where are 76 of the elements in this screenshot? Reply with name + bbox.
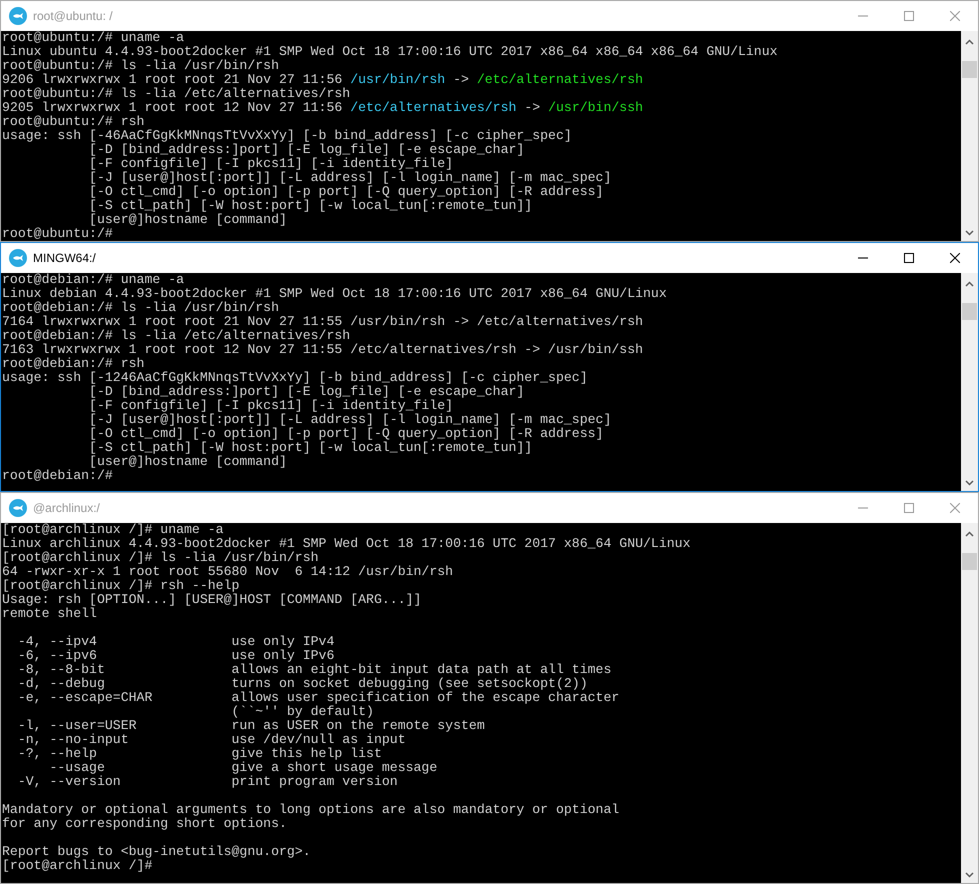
terminal-line: 64 -rwxr-xr-x 1 root root 55680 Nov 6 14:12 /usr/bin/rsh	[2, 565, 454, 579]
terminal-line: [-O ctl_cmd] [-o option] [-p port] [-Q query_option] [-R address]	[88, 427, 604, 441]
terminal-line: [-F configfile] [-I pkcs11] [-i identity_file]	[88, 399, 454, 413]
scrollbar[interactable]	[961, 523, 978, 883]
close-icon	[950, 503, 960, 513]
terminal-line: -l, --user=USER run as USER on the remote system	[16, 719, 486, 733]
terminal-line: [-D [bind_address:]port] [-E log_file] [-e escape_char]	[88, 143, 526, 157]
terminal-line: [-S ctl_path] [-W host:port] [-w local_tun[:remote_tun]]	[88, 199, 534, 213]
terminal-line: [-D [bind_address:]port] [-E log_file] [-e escape_char]	[88, 385, 526, 399]
terminal-line: --usage give a short usage message	[48, 761, 438, 775]
terminal-line: [-J [user@]host[:port]] [-L address] [-l login_name] [-m mac_spec]	[88, 171, 612, 185]
terminal-line: -n, --no-input use /dev/null as input	[16, 733, 407, 747]
terminal-text: ->	[523, 100, 542, 115]
app-icon	[9, 7, 27, 25]
terminal-line: usage: ssh [-46AaCfGgKkMNnqsTtVvXxYy] [-b bind_address] [-c cipher_spec]	[2, 129, 573, 143]
terminal-line: [user@]hostname [command]	[88, 455, 288, 469]
terminal-line: -V, --version print program version	[16, 775, 399, 789]
terminal-line: root@ubuntu:/# ls -lia /etc/alternatives/rsh	[2, 87, 352, 101]
terminal-line: root@debian:/# rsh	[2, 357, 146, 371]
terminal-line: -d, --debug turns on socket debugging (see setsockopt(2))	[16, 677, 589, 691]
maximize-icon	[904, 11, 914, 21]
terminal-line: root@ubuntu:/# uname -a	[2, 31, 186, 45]
terminal-line: [-F configfile] [-I pkcs11] [-i identity_file]	[88, 157, 454, 171]
terminal-line: -6, --ipv6 use only IPv6	[16, 649, 336, 663]
terminal-line: root@debian:/# ls -lia /etc/alternatives/rsh	[2, 329, 352, 343]
close-icon	[950, 11, 960, 21]
terminal-line: remote shell	[2, 607, 98, 621]
terminal-line: root@ubuntu:/# rsh	[2, 115, 146, 129]
window-title: @archlinux:/	[33, 500, 100, 517]
terminal-line: [root@archlinux /]# rsh --help	[2, 579, 240, 593]
close-icon	[950, 253, 960, 263]
terminal-line: [-J [user@]host[:port]] [-L address] [-l login_name] [-m mac_spec]	[88, 413, 612, 427]
scrollbar[interactable]	[961, 31, 978, 241]
terminal-text: 9205 lrwxrwxrwx 1 root root 12 Nov 27 11:56	[2, 100, 344, 115]
terminal-line: root@debian:/# uname -a	[2, 273, 186, 287]
terminal-line: root@debian:/#	[2, 469, 114, 483]
terminal-text: 9206 lrwxrwxrwx 1 root root 21 Nov 27 11:56	[2, 72, 344, 87]
maximize-icon	[904, 253, 914, 263]
terminal-line: -e, --escape=CHAR allows user specification of the escape character	[16, 691, 620, 705]
terminal-line: -?, --help give this help list	[16, 747, 383, 761]
terminal-line: [-S ctl_path] [-W host:port] [-w local_tun[:remote_tun]]	[88, 441, 534, 455]
terminal-line: Mandatory or optional arguments to long options are also mandatory or optional	[2, 803, 620, 817]
app-icon	[9, 499, 27, 517]
terminal-line: [root@archlinux /]#	[2, 859, 154, 873]
window-title: MINGW64:/	[33, 250, 96, 267]
scrollbar-thumb[interactable]	[962, 303, 977, 320]
terminal-line: root@ubuntu:/# ls -lia /usr/bin/rsh	[2, 59, 280, 73]
terminal-line: 7163 lrwxrwxrwx 1 root root 12 Nov 27 11:55 /etc/alternatives/rsh -> /usr/bin/ssh	[2, 343, 644, 357]
terminal-text: /etc/alternatives/rsh	[476, 72, 644, 87]
terminal-line: root@debian:/# ls -lia /usr/bin/rsh	[2, 301, 280, 315]
terminal-line: for any corresponding short options.	[2, 817, 288, 831]
app-icon	[9, 249, 27, 267]
terminal-line: [-O ctl_cmd] [-o option] [-p port] [-Q query_option] [-R address]	[88, 185, 604, 199]
terminal-line: Report bugs to <bug-inetutils@gnu.org>.	[2, 845, 312, 859]
terminal-line: [root@archlinux /]# ls -lia /usr/bin/rsh	[2, 551, 320, 565]
terminal-line: -4, --ipv4 use only IPv4	[16, 635, 336, 649]
terminal-line: Linux debian 4.4.93-boot2docker #1 SMP Wed Oct 18 17:00:16 UTC 2017 x86_64 GNU/Linux	[2, 287, 668, 301]
terminal-text: /etc/alternatives/rsh	[350, 100, 516, 115]
maximize-icon	[904, 503, 914, 513]
terminal-line: (``~'' by default)	[230, 705, 375, 719]
terminal-line: [user@]hostname [command]	[88, 213, 288, 227]
terminal-text: /usr/bin/rsh	[350, 72, 446, 87]
scrollbar-thumb[interactable]	[962, 553, 977, 570]
window-title: root@ubuntu: /	[33, 8, 113, 25]
scrollbar[interactable]	[961, 273, 978, 491]
terminal-line: root@ubuntu:/#	[2, 227, 114, 241]
terminal-line: -8, --8-bit allows an eight-bit input data path at all times	[16, 663, 612, 677]
terminal-line: [root@archlinux /]# uname -a	[2, 523, 225, 537]
terminal-line: Linux ubuntu 4.4.93-boot2docker #1 SMP Wed Oct 18 17:00:16 UTC 2017 x86_64 x86_64 x86_64 GNU/Linux	[2, 45, 779, 59]
terminal-text: /usr/bin/ssh	[548, 100, 644, 115]
terminal-line: 7164 lrwxrwxrwx 1 root root 21 Nov 27 11:55 /usr/bin/rsh -> /etc/alternatives/rsh	[2, 315, 644, 329]
scrollbar-thumb[interactable]	[962, 61, 977, 78]
terminal-text: ->	[452, 72, 470, 87]
terminal-line: Usage: rsh [OPTION...] [USER@]HOST [COMMAND [ARG...]]	[2, 593, 422, 607]
terminal-line: Linux archlinux 4.4.93-boot2docker #1 SMP Wed Oct 18 17:00:16 UTC 2017 x86_64 GNU/Linux	[2, 537, 692, 551]
terminal-line: usage: ssh [-1246AaCfGgKkMNnqsTtVvXxYy] [-b bind_address] [-c cipher_spec]	[2, 371, 589, 385]
